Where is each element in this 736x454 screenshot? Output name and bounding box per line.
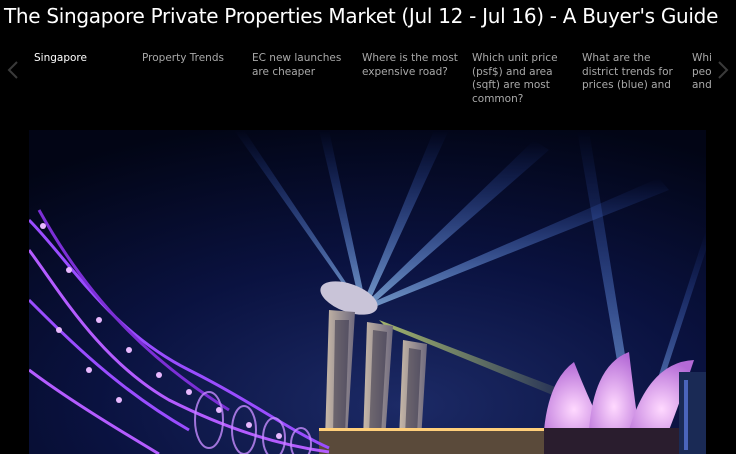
tab-property-trends[interactable]: Property Trends [142, 52, 244, 66]
tab-unit-price-area[interactable]: Which unit price (psf$) and area (sqft) … [472, 52, 574, 102]
tab-most-expensive-road[interactable]: Where is the most expensive road? [362, 52, 464, 79]
tab-partial[interactable]: Whi peo and [692, 52, 712, 93]
tab-singapore[interactable]: Singapore [34, 52, 136, 66]
chevron-left-icon [7, 61, 18, 79]
marina-bay-night-photo [29, 130, 706, 454]
chevron-right-icon [718, 61, 729, 79]
prev-slide-button[interactable] [4, 60, 22, 80]
next-slide-button[interactable] [714, 60, 732, 80]
slide-tabs: Singapore Property Trends EC new launche… [24, 46, 712, 102]
tab-ec-new-launches[interactable]: EC new launches are cheaper [252, 52, 354, 79]
slide-photo [29, 130, 706, 454]
tab-district-trends[interactable]: What are the district trends for prices … [582, 52, 684, 93]
page-title: The Singapore Private Properties Market … [4, 4, 719, 28]
